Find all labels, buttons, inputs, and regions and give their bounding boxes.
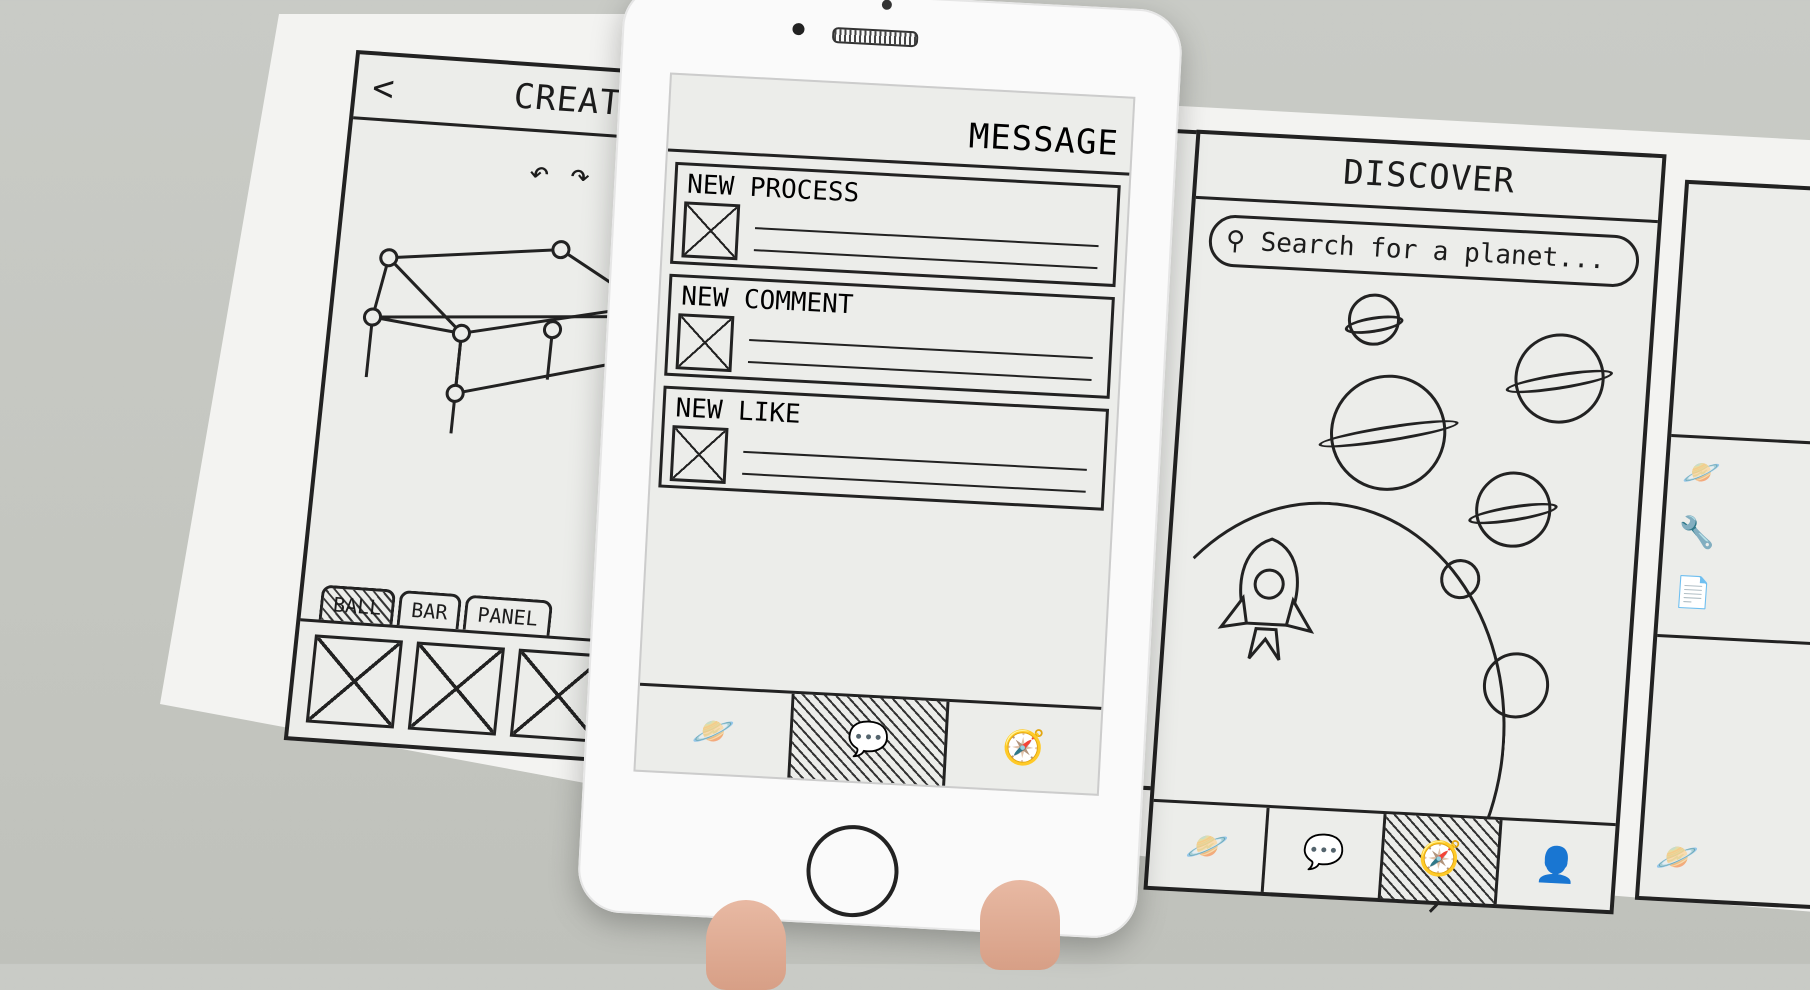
doc-icon[interactable]: 📄 — [1673, 575, 1713, 612]
thumbnail-placeholder — [675, 313, 735, 373]
planet-icon[interactable] — [1511, 331, 1608, 426]
search-placeholder: Search for a planet... — [1259, 227, 1607, 276]
text-line — [754, 227, 1099, 248]
planet-icon[interactable] — [1472, 469, 1554, 550]
chat-tab-icon[interactable]: 💬 — [1263, 807, 1387, 899]
list-item[interactable]: NEW PROCESS — [670, 161, 1121, 288]
list-item[interactable]: NEW LIKE — [658, 385, 1110, 511]
text-line — [753, 249, 1098, 270]
tab-ball[interactable]: BALL — [318, 584, 397, 625]
list-item[interactable]: NEW COMMENT — [664, 273, 1115, 399]
message-tab-bar: 🪐 💬 🧭 — [635, 682, 1102, 794]
planet-tab-icon[interactable]: 🪐 — [1147, 801, 1270, 892]
planet-tab-icon[interactable]: 🪐 — [635, 685, 795, 778]
chat-tab-icon[interactable]: 💬 — [790, 693, 950, 786]
planet-icon[interactable] — [1326, 371, 1451, 494]
home-button[interactable] — [804, 822, 901, 920]
thumbnail-placeholder — [681, 201, 741, 261]
text-line — [747, 360, 1092, 381]
finger — [706, 900, 786, 990]
compass-tab-icon[interactable]: 🧭 — [945, 702, 1101, 794]
search-icon: ⚲ — [1224, 225, 1262, 258]
thumbnail-placeholder — [669, 425, 729, 484]
camera-dot — [792, 22, 805, 36]
tab-panel[interactable]: PANEL — [462, 594, 553, 636]
planet-search-input[interactable]: ⚲ Search for a planet... — [1207, 213, 1641, 289]
text-line — [743, 450, 1087, 471]
paper-phone-frame: MESSAGE NEW PROCESS NEW COMMENT NEW LIKE… — [576, 0, 1184, 941]
speaker-grille — [831, 26, 919, 48]
person-tab-icon[interactable]: 👤 — [1496, 820, 1615, 910]
compass-tab-icon[interactable]: 🧭 — [1380, 814, 1503, 905]
text-line — [749, 338, 1093, 359]
divider — [1671, 433, 1810, 448]
planet-icon[interactable]: 🪐 — [1682, 455, 1722, 492]
planet-icon[interactable] — [1346, 292, 1402, 348]
wrench-icon[interactable]: 🔧 — [1677, 515, 1717, 552]
back-arrow-icon[interactable]: < — [370, 67, 396, 110]
planet-tab-icon[interactable]: 🪐 — [1655, 837, 1700, 879]
divider — [1657, 633, 1810, 648]
sensor-dot — [881, 0, 893, 10]
thumbnail-placeholder[interactable] — [305, 634, 403, 729]
rocket-icon — [1217, 537, 1315, 661]
finger — [980, 880, 1060, 970]
text-line — [742, 472, 1086, 493]
message-screen: MESSAGE NEW PROCESS NEW COMMENT NEW LIKE… — [633, 72, 1136, 796]
thumbnail-placeholder[interactable] — [407, 641, 505, 736]
tab-bar[interactable]: BAR — [396, 589, 463, 630]
discover-screen-sketch: DISCOVER ⚲ Search for a planet... 🪐 💬 🧭 … — [1102, 129, 1667, 979]
notification-label: NEW LIKE — [674, 393, 802, 430]
message-title: MESSAGE — [667, 74, 1134, 176]
